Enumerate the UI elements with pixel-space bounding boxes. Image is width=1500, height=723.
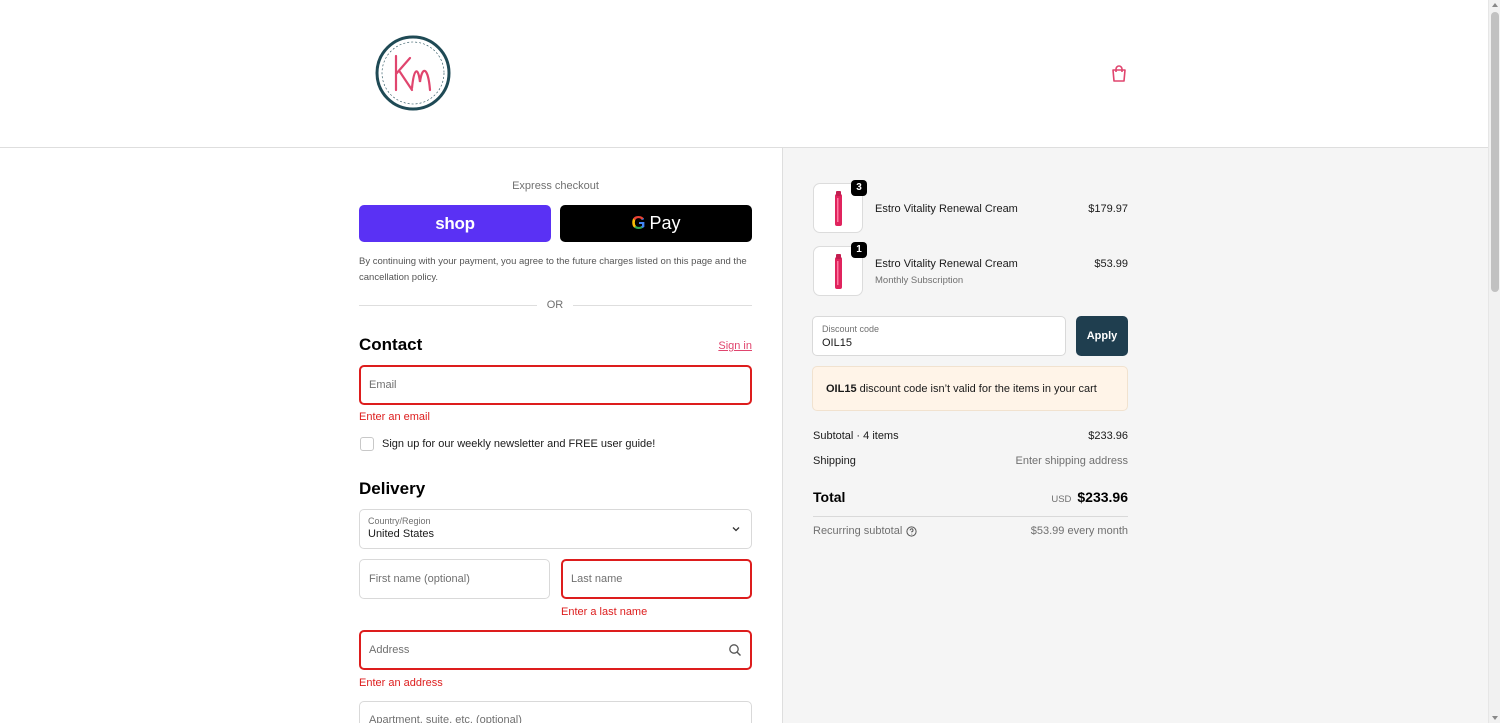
discount-code-value: OIL15 [822,337,852,349]
brand-logo[interactable] [372,32,454,114]
total-amount: USD $233.96 [1051,489,1128,505]
apartment-field[interactable] [359,701,752,723]
search-icon[interactable] [728,643,742,657]
address-error: Enter an address [359,677,443,689]
page-scrollbar[interactable] [1488,0,1500,723]
shopping-bag-icon[interactable] [1109,64,1129,84]
first-name-input[interactable] [369,573,549,585]
item-price: $179.97 [1088,203,1128,215]
discount-code-label: Discount code [822,324,880,334]
apartment-input[interactable] [369,714,751,723]
newsletter-checkbox[interactable] [360,437,374,451]
payment-agreement-text: By continuing with your payment, you agr… [359,256,747,283]
or-separator: OR [546,299,564,311]
item-name: Estro Vitality Renewal Cream [875,203,1018,215]
quantity-badge: 1 [851,242,867,258]
header [0,0,1488,148]
item-subscription: Monthly Subscription [875,275,964,286]
delivery-heading: Delivery [359,479,426,498]
subtotal-label: Subtotal · 4 items [813,430,899,442]
sign-in-link[interactable]: Sign in [700,340,752,352]
recurring-subtotal-label: Recurring subtotal [813,525,903,537]
google-pay-label: Pay [649,213,681,233]
scrollbar-thumb[interactable] [1491,12,1499,292]
first-name-field[interactable] [359,559,550,599]
quantity-badge: 3 [851,180,867,196]
address-input[interactable] [369,644,750,656]
express-checkout-label: Express checkout [512,180,599,192]
email-error: Enter an email [359,411,430,423]
scroll-up-arrow-icon[interactable] [1492,3,1498,7]
notice-text: discount code isn’t valid for the items … [859,382,1097,395]
contact-heading: Contact [359,335,423,354]
divider-left [359,305,537,306]
discount-code-field[interactable]: Discount code OIL15 [812,316,1066,356]
shop-pay-button[interactable]: shop [359,205,551,242]
email-input[interactable] [369,379,750,391]
email-field[interactable] [359,365,752,405]
item-name: Estro Vitality Renewal Cream [875,258,1018,270]
total-divider [813,516,1128,517]
total-currency: USD [1051,494,1072,505]
country-label: Country/Region [368,516,431,526]
divider-right [573,305,752,306]
shipping-value: Enter shipping address [1015,455,1128,467]
item-price: $53.99 [1094,258,1128,270]
total-value: $233.96 [1077,489,1128,505]
country-value: United States [368,528,435,540]
shipping-label: Shipping [813,455,856,467]
scroll-down-arrow-icon[interactable] [1492,716,1498,720]
help-circle-icon[interactable] [906,526,917,537]
last-name-input[interactable] [571,573,750,585]
discount-invalid-notice: OIL15 discount code isn’t valid for the … [812,366,1128,411]
notice-code: OIL15 [826,382,857,395]
newsletter-label: Sign up for our weekly newsletter and FR… [382,438,656,450]
last-name-field[interactable] [561,559,752,599]
subtotal-value: $233.96 [1088,430,1128,442]
google-g-icon: G [631,213,646,233]
recurring-subtotal-value: $53.99 every month [1030,525,1128,537]
address-field[interactable] [359,630,752,670]
google-pay-button[interactable]: G Pay [560,205,752,242]
chevron-down-icon [731,523,741,533]
apply-discount-button[interactable]: Apply [1076,316,1128,356]
last-name-error: Enter a last name [561,606,648,618]
total-label: Total [813,489,846,505]
